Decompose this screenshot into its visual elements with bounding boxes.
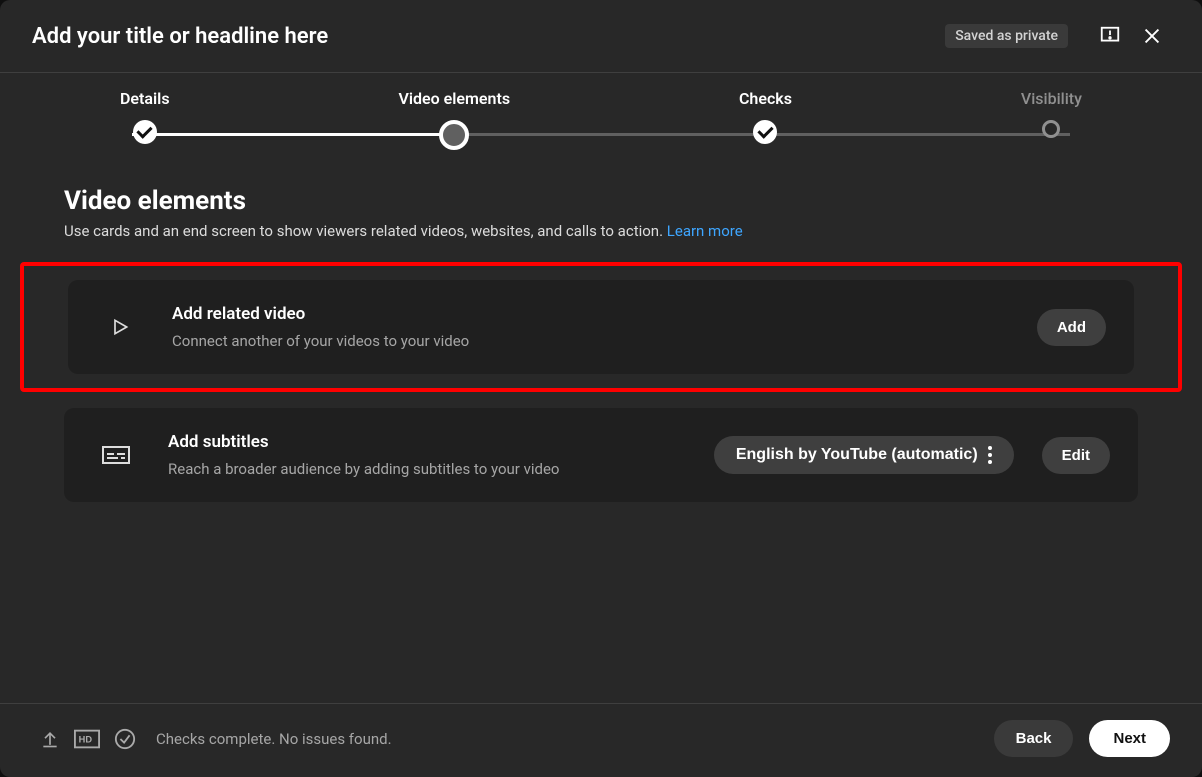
subtitle-language-label: English by YouTube (automatic) bbox=[736, 446, 978, 464]
card-subtitles: Add subtitles Reach a broader audience b… bbox=[64, 408, 1138, 502]
step-label: Details bbox=[120, 89, 170, 108]
card-related-video: Add related video Connect another of you… bbox=[68, 280, 1134, 374]
step-visibility[interactable]: Visibility bbox=[1021, 89, 1082, 150]
step-details[interactable]: Details bbox=[120, 89, 170, 150]
dialog-header: Add your title or headline here Saved as… bbox=[0, 0, 1202, 73]
step-dot-done-icon bbox=[753, 120, 777, 144]
card-title: Add subtitles bbox=[168, 432, 686, 452]
subtitle-language-button[interactable]: English by YouTube (automatic) bbox=[714, 436, 1014, 474]
close-icon[interactable] bbox=[1134, 18, 1170, 54]
stepper-progress bbox=[132, 133, 442, 136]
card-text: Add subtitles Reach a broader audience b… bbox=[168, 432, 686, 478]
step-dot-current-icon bbox=[439, 120, 469, 150]
section-description-text: Use cards and an end screen to show view… bbox=[64, 222, 663, 240]
section-description: Use cards and an end screen to show view… bbox=[64, 222, 1138, 240]
footer-status-text: Checks complete. No issues found. bbox=[156, 730, 978, 748]
card-description: Connect another of your videos to your v… bbox=[172, 332, 1009, 350]
upload-complete-icon bbox=[40, 729, 60, 749]
card-description: Reach a broader audience by adding subti… bbox=[168, 460, 686, 478]
highlighted-region: Add related video Connect another of you… bbox=[20, 262, 1182, 392]
card-text: Add related video Connect another of you… bbox=[172, 304, 1009, 350]
step-checks[interactable]: Checks bbox=[739, 89, 792, 150]
card-title: Add related video bbox=[172, 304, 1009, 324]
dialog-body: Video elements Use cards and an end scre… bbox=[0, 178, 1202, 703]
edit-subtitles-button[interactable]: Edit bbox=[1042, 437, 1110, 474]
stepper: Details Video elements Checks Visibility bbox=[0, 73, 1202, 178]
step-label: Video elements bbox=[398, 89, 510, 108]
learn-more-link[interactable]: Learn more bbox=[667, 222, 743, 240]
feedback-icon[interactable] bbox=[1092, 18, 1128, 54]
check-circle-icon bbox=[114, 728, 136, 750]
step-dot-done-icon bbox=[133, 120, 157, 144]
section-title: Video elements bbox=[64, 186, 1138, 216]
more-vert-icon bbox=[988, 446, 992, 464]
add-related-button[interactable]: Add bbox=[1037, 309, 1106, 346]
back-button[interactable]: Back bbox=[994, 720, 1074, 757]
play-icon bbox=[96, 316, 144, 338]
next-button[interactable]: Next bbox=[1089, 720, 1170, 757]
step-dot-future-icon bbox=[1042, 120, 1060, 138]
step-video-elements[interactable]: Video elements bbox=[398, 89, 510, 150]
upload-dialog: Add your title or headline here Saved as… bbox=[0, 0, 1202, 777]
dialog-footer: HD Checks complete. No issues found. Bac… bbox=[0, 703, 1202, 777]
stepper-track bbox=[132, 133, 1070, 136]
save-status-badge: Saved as private bbox=[945, 24, 1068, 48]
hd-icon: HD bbox=[74, 729, 100, 749]
svg-text:HD: HD bbox=[79, 734, 93, 744]
step-label: Visibility bbox=[1021, 89, 1082, 108]
step-label: Checks bbox=[739, 89, 792, 108]
video-title: Add your title or headline here bbox=[32, 24, 945, 49]
subtitles-icon bbox=[92, 444, 140, 466]
footer-status-icons: HD bbox=[40, 728, 136, 750]
